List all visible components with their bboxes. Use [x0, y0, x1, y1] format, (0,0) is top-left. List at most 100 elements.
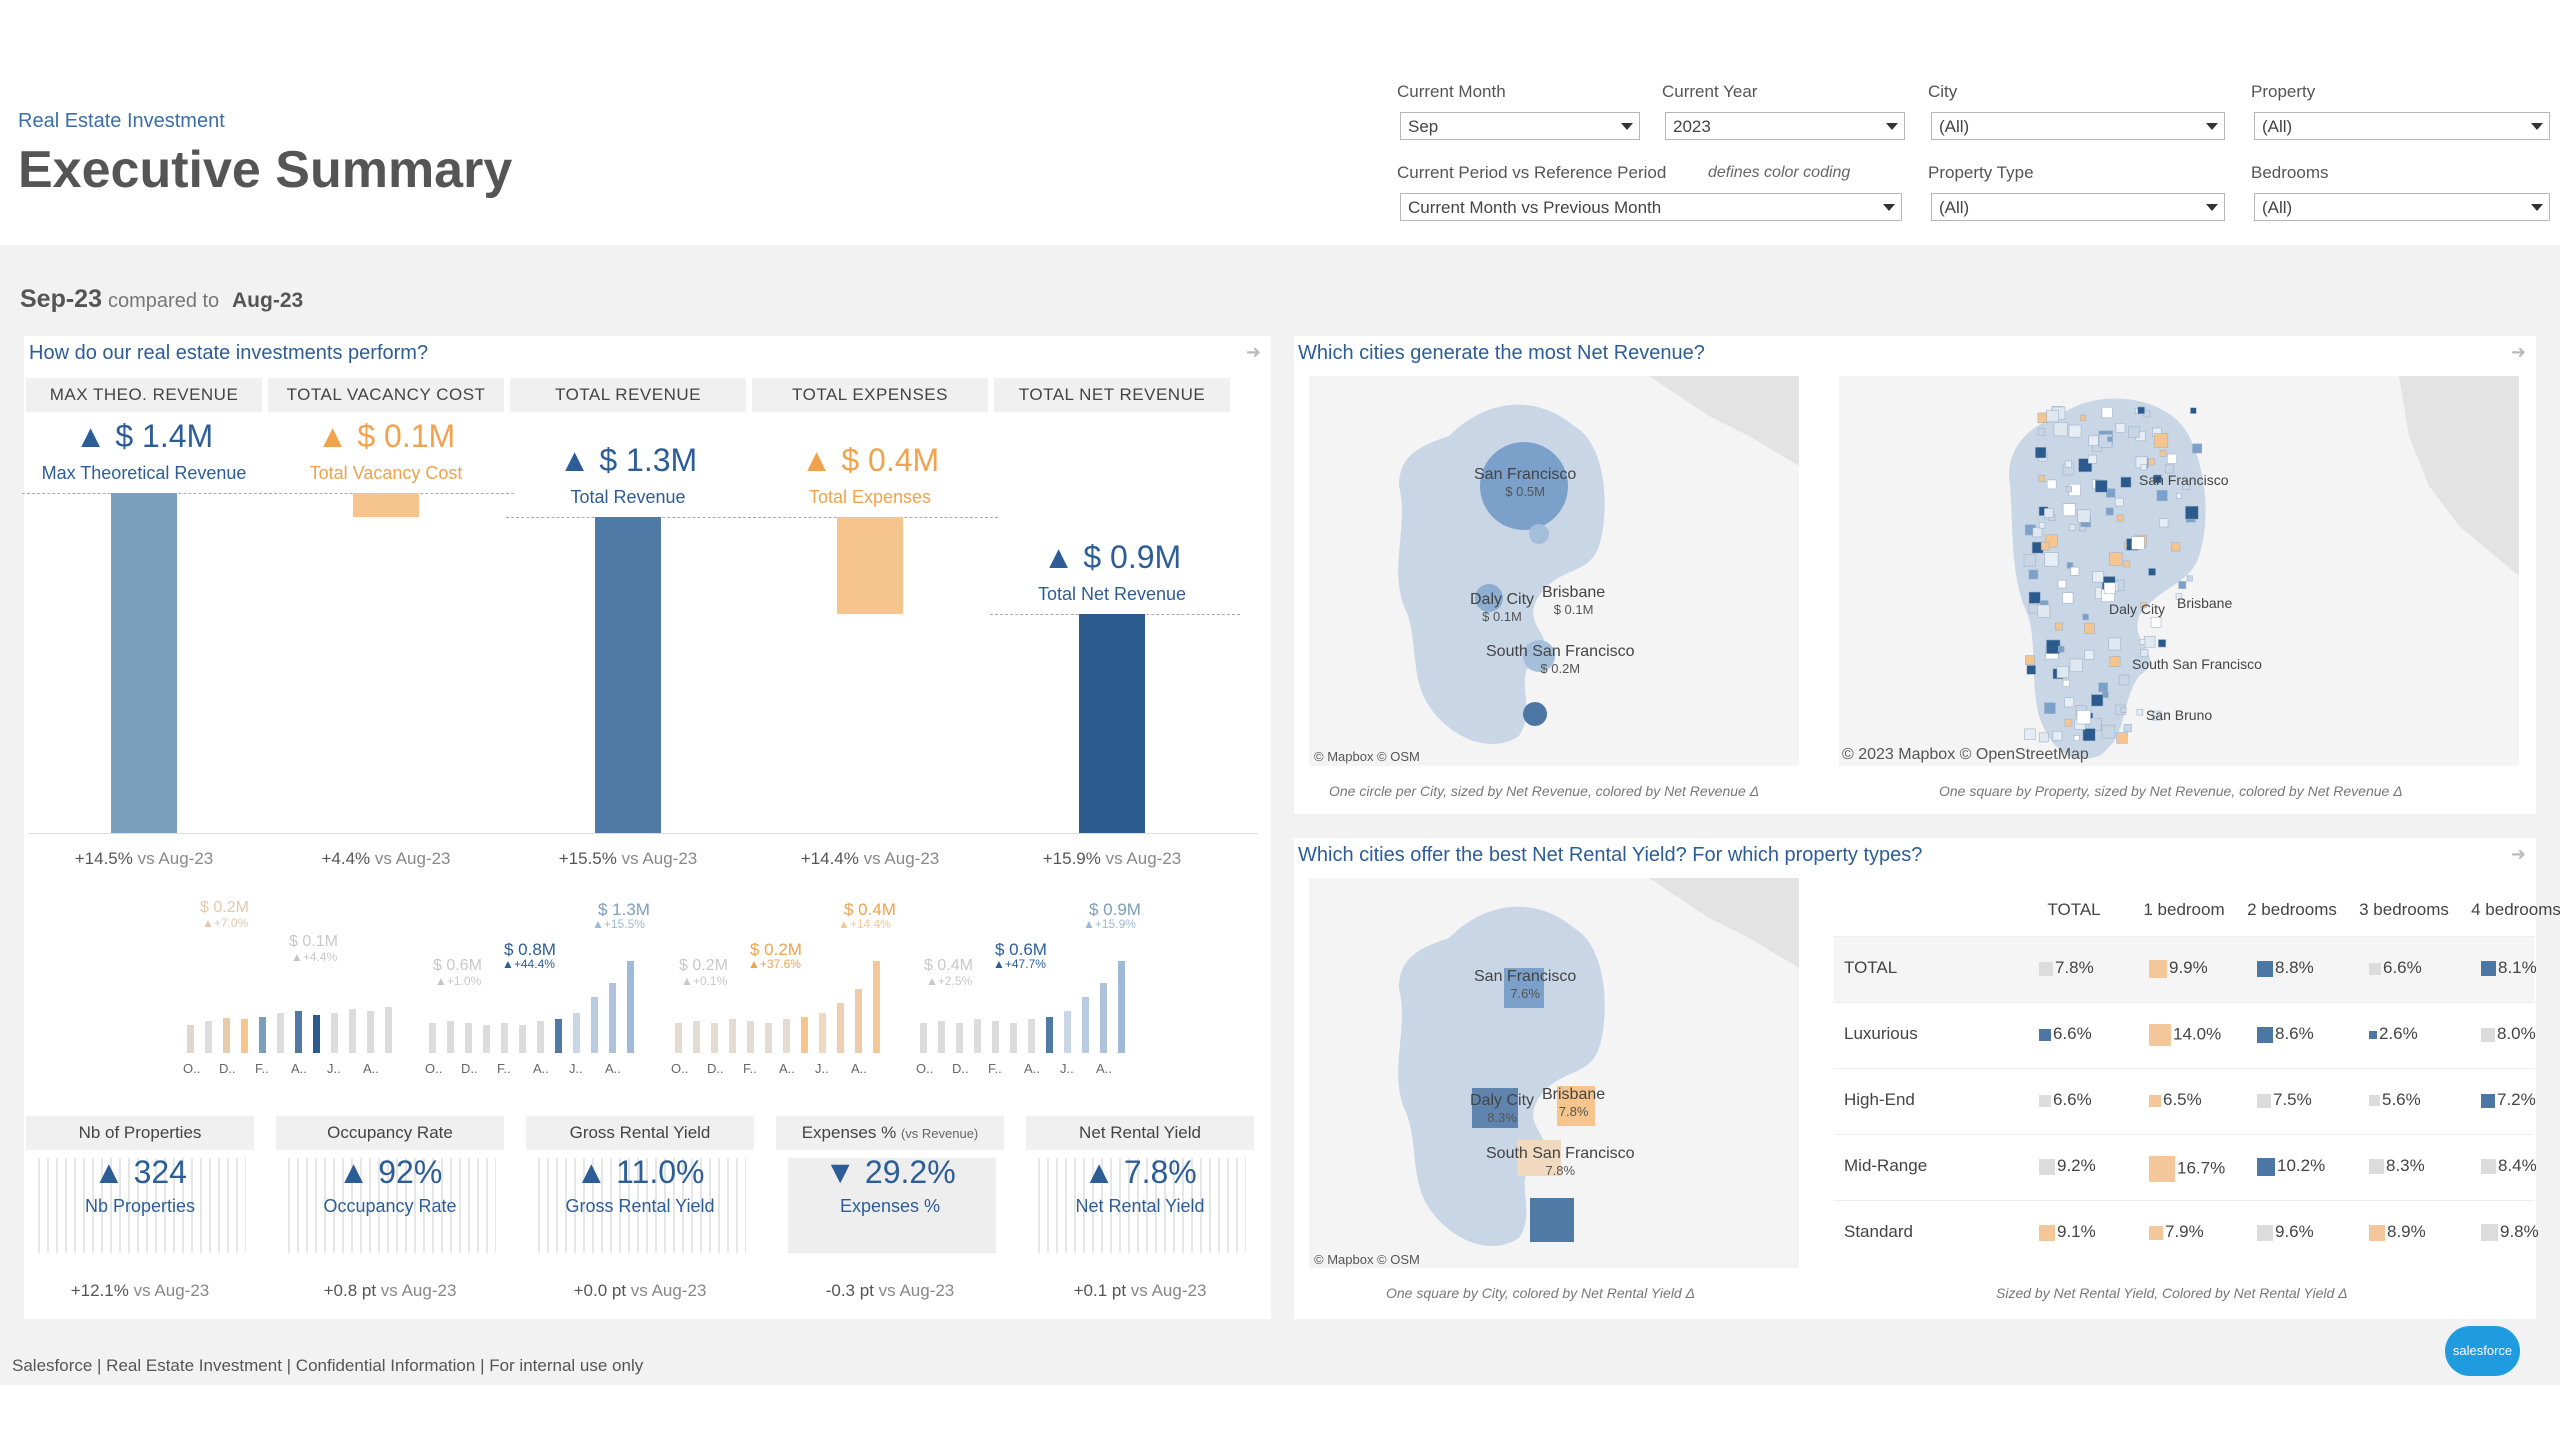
spark-bar	[241, 1019, 248, 1053]
property-square	[2101, 724, 2116, 739]
property-square	[2091, 694, 2104, 707]
yield-cell[interactable]: 6.6%	[2039, 1024, 2092, 1044]
property-square	[2088, 435, 2099, 446]
property-square	[2065, 486, 2072, 493]
property-square	[2109, 552, 2123, 566]
property-square	[2105, 507, 2114, 516]
yield-cell[interactable]: 7.5%	[2257, 1090, 2312, 1110]
waterfall-bar-2[interactable]	[595, 517, 661, 833]
map-attribution: © Mapbox © OSM	[1314, 749, 1420, 764]
property-square	[2098, 682, 2108, 693]
spark-label: ▲+15.9%	[1083, 917, 1136, 931]
waterfall-bar-0[interactable]	[111, 493, 177, 833]
yield-cell[interactable]: 7.9%	[2149, 1222, 2204, 1242]
kpi-value-1: ▲ 92%	[337, 1154, 443, 1190]
spark-bar	[1010, 1023, 1017, 1053]
prop-label-daly: Daly City	[2109, 601, 2166, 617]
property-square	[2073, 735, 2080, 741]
yield-cell[interactable]: 6.5%	[2149, 1090, 2202, 1110]
property-square	[2023, 554, 2036, 567]
waterfall-label-0: Max Theoretical Revenue	[41, 463, 247, 483]
yield-cell[interactable]: 6.6%	[2369, 958, 2422, 978]
period-select[interactable]: Current Month vs Previous Month	[1400, 193, 1902, 221]
kpi-header-3: TOTAL EXPENSES	[752, 378, 988, 412]
property-square	[2171, 542, 2181, 552]
spark-tick: F..	[255, 1061, 269, 1076]
waterfall-bar-1[interactable]	[353, 493, 419, 518]
property-square	[2167, 453, 2178, 464]
yield-label-brisbane: Brisbane 7.8%	[1542, 1086, 1606, 1119]
current-year-select[interactable]: 2023	[1665, 112, 1905, 140]
spark-bar	[974, 1019, 981, 1053]
net-revenue-city-map[interactable]	[1309, 376, 1799, 766]
yield-cell[interactable]: 8.0%	[2481, 1024, 2536, 1044]
current-month-select[interactable]: Sep	[1400, 112, 1640, 140]
spark-label: ▲+7.0%	[202, 916, 249, 930]
yield-cell[interactable]: 2.6%	[2369, 1024, 2418, 1044]
property-type-select[interactable]: (All)	[1931, 193, 2225, 221]
spark-bar	[1100, 983, 1107, 1053]
property-square	[2068, 424, 2082, 438]
yield-cell[interactable]: 8.1%	[2481, 958, 2537, 978]
yield-cell[interactable]: 8.8%	[2257, 958, 2314, 978]
waterfall-bar-4[interactable]	[1079, 614, 1145, 833]
spark-bar	[555, 1019, 562, 1053]
yield-cell[interactable]: 8.4%	[2481, 1156, 2537, 1176]
yield-cell[interactable]: 6.6%	[2039, 1090, 2092, 1110]
yield-cell[interactable]: 9.2%	[2039, 1156, 2096, 1176]
spark-bar	[1046, 1017, 1053, 1053]
yield-cell[interactable]: 9.9%	[2149, 958, 2208, 978]
spark-bar	[483, 1025, 490, 1053]
waterfall-bar-3[interactable]	[837, 517, 903, 615]
kpi-delta-2: +0.0 pt vs Aug-23	[573, 1281, 707, 1300]
map-label-daly: Daly City $ 0.1M	[1470, 591, 1535, 624]
expand-arrow-icon[interactable]: ➜	[2511, 844, 2526, 865]
waterfall-delta-3: +14.4% vs Aug-23	[800, 849, 940, 868]
yield-cell[interactable]: 8.3%	[2369, 1156, 2425, 1176]
spark-bar	[277, 1013, 284, 1053]
period-compared-text: compared to	[108, 290, 220, 312]
yield-map-attribution: © Mapbox © OSM	[1314, 1252, 1420, 1267]
spark-tick: A..	[605, 1061, 621, 1076]
spark-bar	[313, 1015, 320, 1053]
yield-cell[interactable]: 9.8%	[2481, 1222, 2539, 1242]
yield-cell[interactable]: 14.0%	[2149, 1024, 2221, 1046]
property-square	[2082, 613, 2089, 621]
property-square	[2106, 488, 2116, 498]
spark-bar	[765, 1023, 772, 1053]
spark-tick: J..	[327, 1061, 341, 1076]
yield-cell[interactable]: 7.8%	[2039, 958, 2094, 978]
kpi-delta-1: +0.8 pt vs Aug-23	[323, 1281, 457, 1300]
yield-cell[interactable]: 9.1%	[2039, 1222, 2096, 1242]
waterfall-value-4: ▲ $ 0.9M	[1042, 539, 1182, 576]
kpi-small-header-0: Nb of Properties	[26, 1116, 254, 1150]
chevron-down-icon	[1883, 204, 1895, 211]
yield-cell[interactable]: 5.6%	[2369, 1090, 2421, 1110]
yield-cell[interactable]: 10.2%	[2257, 1156, 2325, 1176]
net-revenue-panel: Which cities generate the most Net Reven…	[1294, 336, 2536, 814]
kpi-label-2: Gross Rental Yield	[565, 1196, 715, 1216]
property-square	[2052, 730, 2063, 741]
filter-label-month: Current Month	[1397, 82, 1506, 101]
yield-cell[interactable]: 9.6%	[2257, 1222, 2314, 1242]
yield-cell[interactable]: 16.7%	[2149, 1156, 2225, 1182]
property-square	[2038, 732, 2049, 743]
city-select[interactable]: (All)	[1931, 112, 2225, 140]
yield-city-map[interactable]	[1309, 878, 1799, 1268]
spark-tick: D..	[461, 1061, 478, 1076]
map-label-sf: San Francisco $ 0.5M	[1474, 466, 1577, 499]
property-select[interactable]: (All)	[2254, 112, 2550, 140]
yield-cell[interactable]: 7.2%	[2481, 1090, 2536, 1110]
map-label-ssf: South San Francisco $ 0.2M	[1486, 643, 1635, 676]
spark-label: $ 0.2M	[679, 957, 728, 974]
yield-cell[interactable]: 8.9%	[2369, 1222, 2426, 1242]
spark-tick: A..	[363, 1061, 379, 1076]
property-type-value: (All)	[1939, 198, 1970, 217]
expand-arrow-icon[interactable]: ➜	[2511, 342, 2526, 363]
property-square	[2057, 645, 2065, 653]
yield-col-header-3: 3 bedrooms	[2359, 900, 2449, 919]
yield-cell[interactable]: 8.6%	[2257, 1024, 2314, 1044]
bedrooms-select[interactable]: (All)	[2254, 193, 2550, 221]
spark-tick: J..	[1060, 1061, 1074, 1076]
property-square	[2115, 423, 2126, 433]
